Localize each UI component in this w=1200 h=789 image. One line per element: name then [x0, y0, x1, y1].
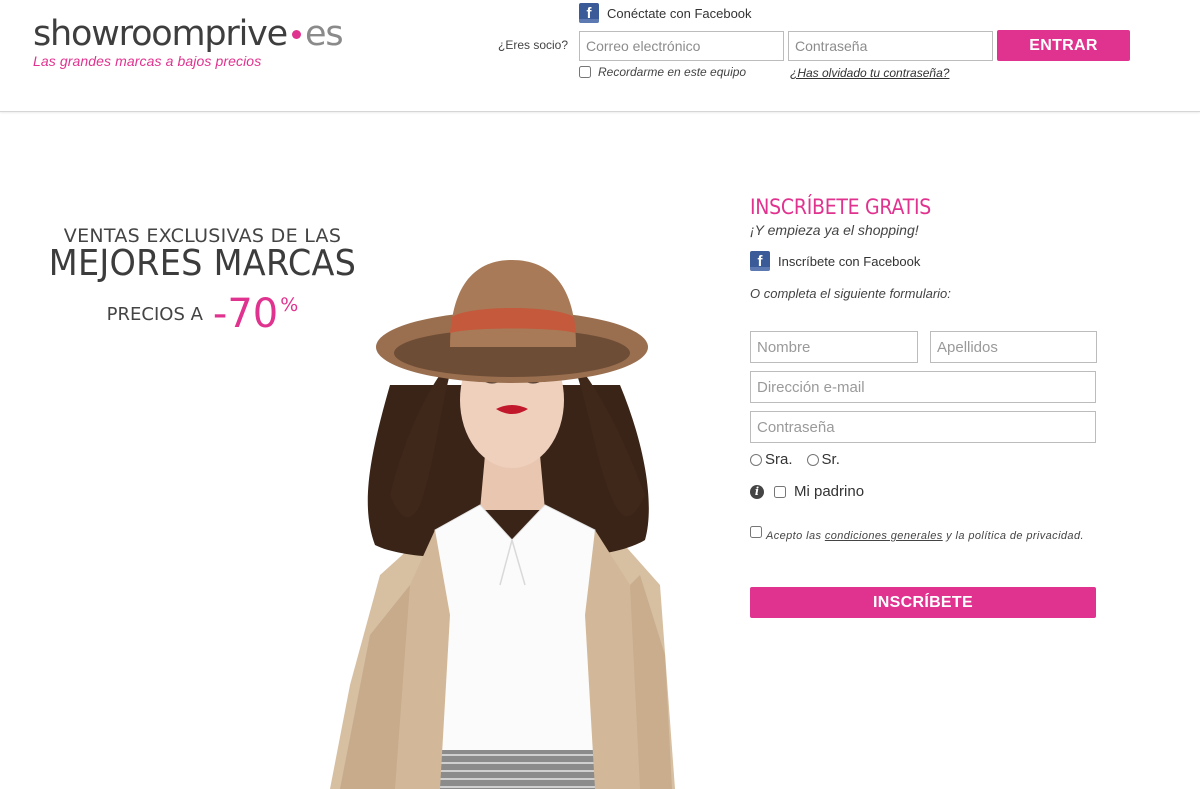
sponsor-label: Mi padrino [794, 483, 865, 500]
forgot-password-link[interactable]: ¿Has olvidado tu contraseña? [790, 66, 949, 80]
remember-me[interactable]: Recordarme en este equipo [579, 65, 746, 79]
gender-label-sra: Sra. [765, 451, 793, 468]
sponsor-checkbox[interactable] [774, 485, 786, 498]
site-header: showroomprive es Las grandes marcas a baj… [0, 0, 1200, 112]
facebook-connect-link[interactable]: f Conéctate con Facebook [579, 3, 752, 23]
login-button[interactable]: ENTRAR [997, 30, 1130, 61]
logo-wordmark: showroomprive es [33, 14, 344, 54]
promo-percent-sign: % [280, 294, 299, 316]
gender-option-sr[interactable]: Sr. [806, 451, 840, 468]
terms-prefix: Acepto las [766, 530, 825, 542]
terms-suffix: y la política de privacidad. [942, 530, 1084, 542]
promo-discount-value: -70 [212, 291, 279, 337]
signup-title: INSCRÍBETE GRATIS [750, 195, 932, 219]
gender-label-sr: Sr. [821, 451, 840, 468]
model-photo [330, 260, 675, 789]
promo-precios: PRECIOS A [106, 304, 203, 325]
first-name-input[interactable] [750, 331, 918, 363]
logo-tagline: Las grandes marcas a bajos precios [33, 53, 262, 69]
login-password-input[interactable] [788, 31, 993, 61]
facebook-icon: f [579, 3, 599, 23]
sponsor-option: i Mi padrino [750, 483, 864, 500]
site-logo[interactable]: showroomprive es Las grandes marcas a baj… [33, 14, 344, 69]
email-input[interactable] [750, 371, 1096, 403]
terms-text: Acepto las condiciones generales y la po… [766, 529, 1084, 543]
signup-subtitle: ¡Y empieza ya el shopping! [750, 222, 919, 238]
last-name-input[interactable] [930, 331, 1097, 363]
password-input[interactable] [750, 411, 1096, 443]
terms-checkbox[interactable] [750, 526, 762, 538]
gender-option-sra[interactable]: Sra. [750, 451, 793, 468]
logo-brand: showroomprive [33, 14, 288, 54]
remember-me-label: Recordarme en este equipo [598, 65, 747, 79]
member-label: ¿Eres socio? [498, 38, 569, 52]
terms-agreement: Acepto las condiciones generales y la po… [750, 526, 1096, 543]
logo-dot [291, 30, 301, 39]
signup-button[interactable]: INSCRÍBETE [750, 587, 1096, 618]
facebook-icon: f [750, 251, 770, 271]
gender-radio-sr[interactable] [806, 453, 819, 466]
gender-radio-sra[interactable] [750, 453, 762, 466]
login-email-input[interactable] [579, 31, 784, 61]
gender-selector: Sra. Sr. [750, 451, 854, 468]
info-icon[interactable]: i [750, 484, 764, 499]
signup-form: INSCRÍBETE GRATIS ¡Y empieza ya el shopp… [750, 195, 1100, 618]
remember-me-checkbox[interactable] [579, 66, 591, 78]
facebook-connect-label: Conéctate con Facebook [607, 5, 752, 21]
form-instructions: O completa el siguiente formulario: [750, 286, 951, 301]
facebook-signup-label: Inscríbete con Facebook [778, 253, 921, 269]
terms-conditions-link[interactable]: condiciones generales [825, 530, 943, 542]
facebook-signup-link[interactable]: f Inscríbete con Facebook [750, 251, 1100, 271]
logo-suffix: es [304, 14, 344, 54]
